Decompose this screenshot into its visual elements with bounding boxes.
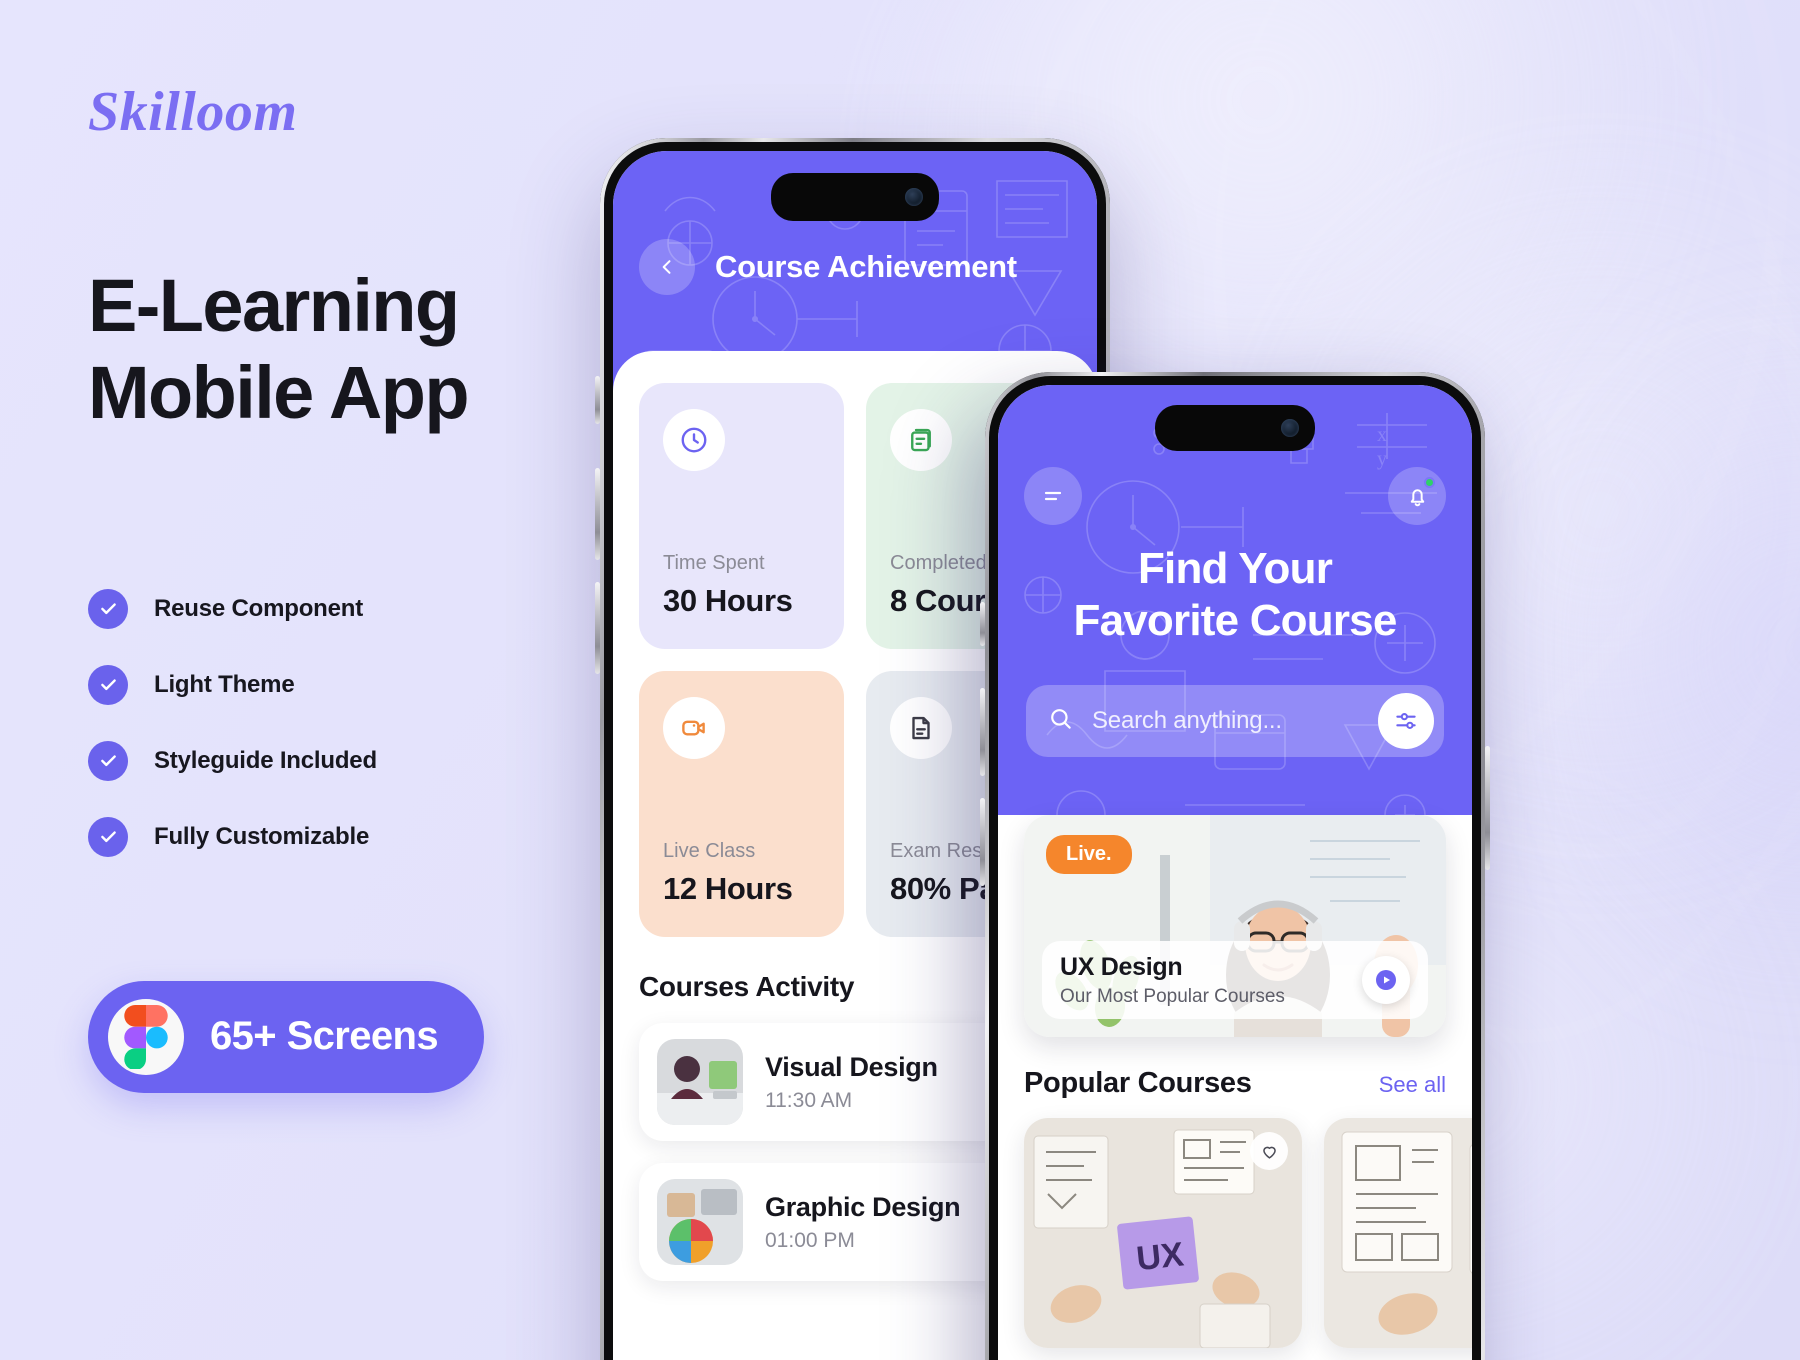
- search-icon: [1048, 706, 1074, 737]
- popular-courses-title: Popular Courses: [1024, 1067, 1252, 1099]
- promo-text: UX Design Our Most Popular Courses: [1060, 953, 1285, 1008]
- feature-label: Fully Customizable: [154, 822, 370, 850]
- feature-label: Light Theme: [154, 670, 295, 698]
- activity-text: Visual Design 11:30 AM: [765, 1052, 938, 1113]
- stat-label: Live Class: [663, 840, 756, 862]
- phone-mockup-home: x y Find Your Favorite Course Search any…: [980, 372, 1490, 1360]
- course-card[interactable]: [1324, 1118, 1472, 1348]
- clock-icon: [663, 409, 725, 471]
- course-card[interactable]: UX: [1024, 1118, 1302, 1348]
- screens-count-button[interactable]: 65+ Screens: [88, 980, 485, 1093]
- feature-item: Fully Customizable: [88, 816, 620, 857]
- notification-dot: [1424, 477, 1435, 488]
- feature-item: Reuse Component: [88, 588, 620, 629]
- play-icon[interactable]: [1362, 956, 1410, 1004]
- phone-b-content: Live. UX Design Our Most Popular Courses…: [998, 815, 1472, 1360]
- chevron-left-icon[interactable]: [639, 239, 695, 295]
- feature-item: Light Theme: [88, 664, 620, 705]
- phone-b-topbar: [1024, 467, 1446, 525]
- volume-up-button[interactable]: [980, 688, 985, 776]
- activity-thumbnail: [657, 1039, 743, 1125]
- search-bar[interactable]: Search anything...: [1026, 685, 1444, 757]
- hamburger-icon[interactable]: [1024, 467, 1082, 525]
- stat-value: 12 Hours: [663, 871, 793, 906]
- activity-thumbnail: [657, 1179, 743, 1265]
- check-icon: [88, 816, 128, 857]
- popular-courses-grid: UX: [1024, 1118, 1472, 1348]
- feature-label: Reuse Component: [154, 594, 364, 622]
- page-title: E-Learning Mobile App: [88, 262, 620, 437]
- popular-courses-header: Popular Courses See all: [1024, 1067, 1446, 1100]
- file-icon: [890, 697, 952, 759]
- left-content-column: Skilloom E-Learning Mobile App Reuse Com…: [0, 0, 620, 1360]
- figma-icon: [108, 998, 184, 1075]
- heart-icon[interactable]: [1250, 1132, 1288, 1170]
- svg-text:x: x: [1377, 424, 1387, 446]
- mute-switch[interactable]: [980, 602, 985, 646]
- bell-icon[interactable]: [1388, 467, 1446, 525]
- feature-label: Styleguide Included: [154, 746, 377, 774]
- activity-name: Graphic Design: [765, 1191, 961, 1222]
- sliders-icon[interactable]: [1378, 693, 1434, 749]
- dynamic-island: [1155, 405, 1315, 451]
- video-icon: [663, 697, 725, 759]
- feature-list: Reuse Component Light Theme Styleguide I…: [88, 588, 620, 857]
- promo-subtitle: Our Most Popular Courses: [1060, 985, 1285, 1007]
- activity-text: Graphic Design 01:00 PM: [765, 1191, 961, 1253]
- power-button[interactable]: [1485, 746, 1490, 870]
- phone-b-heading-line-2: Favorite Course: [1073, 595, 1398, 645]
- course-thumbnail: [1324, 1118, 1472, 1348]
- feature-item: Styleguide Included: [88, 740, 620, 781]
- phone-b-screen: x y Find Your Favorite Course Search any…: [998, 385, 1472, 1360]
- phone-a-title: Course Achievement: [715, 249, 1017, 284]
- see-all-link[interactable]: See all: [1379, 1072, 1446, 1098]
- promo-title: UX Design: [1060, 952, 1183, 981]
- front-camera-icon: [905, 188, 923, 206]
- phone-b-heading-line-1: Find Your: [1137, 544, 1333, 593]
- dynamic-island: [771, 173, 939, 221]
- promo-info-bar: UX Design Our Most Popular Courses: [1042, 941, 1428, 1019]
- stat-label: Time Spent: [663, 552, 765, 574]
- check-icon: [88, 740, 128, 781]
- live-badge: Live.: [1046, 835, 1132, 874]
- page-title-line-2: Mobile App: [88, 351, 470, 435]
- promo-card-ux-design[interactable]: Live. UX Design Our Most Popular Courses: [1024, 815, 1446, 1037]
- volume-up-button[interactable]: [595, 468, 600, 560]
- volume-down-button[interactable]: [595, 582, 600, 674]
- stat-value: 30 Hours: [663, 583, 793, 618]
- volume-down-button[interactable]: [980, 798, 985, 886]
- activity-time: 01:00 PM: [765, 1228, 855, 1252]
- brand-logo: Skilloom: [88, 81, 298, 143]
- mute-switch[interactable]: [595, 376, 600, 424]
- stat-card-live-class[interactable]: Live Class 12 Hours: [639, 671, 844, 937]
- front-camera-icon: [1281, 419, 1299, 437]
- phone-a-header: Course Achievement: [639, 239, 1017, 295]
- book-icon: [890, 409, 952, 471]
- page-title-line-1: E-Learning: [88, 264, 460, 347]
- activity-time: 11:30 AM: [765, 1088, 853, 1112]
- screens-count-label: 65+ Screens: [210, 1014, 439, 1059]
- check-icon: [88, 588, 128, 629]
- stat-card-time-spent[interactable]: Time Spent 30 Hours: [639, 383, 844, 649]
- check-icon: [88, 664, 128, 705]
- phone-b-heading: Find Your Favorite Course: [998, 543, 1472, 647]
- search-input[interactable]: Search anything...: [1092, 707, 1360, 735]
- activity-name: Visual Design: [765, 1051, 938, 1082]
- svg-text:UX: UX: [1135, 1235, 1186, 1278]
